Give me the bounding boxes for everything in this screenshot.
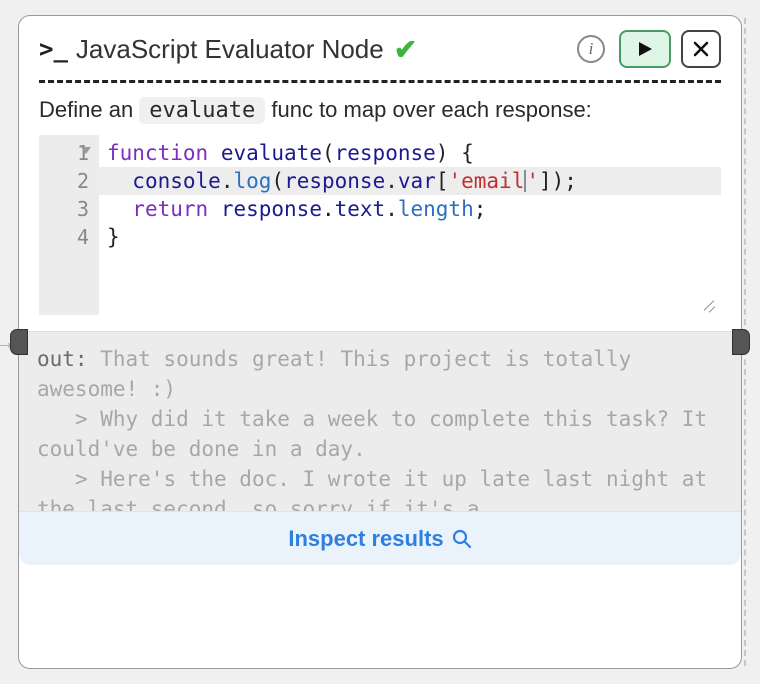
editor-gutter: 1 2 3 4 <box>39 135 99 315</box>
desc-code-pill: evaluate <box>139 97 265 124</box>
code-line: } <box>107 223 713 251</box>
close-icon <box>692 40 710 58</box>
terminal-icon: >_ <box>39 35 68 63</box>
code-editor[interactable]: 1 2 3 4 function evaluate(response) { co… <box>39 135 721 315</box>
magnifier-icon <box>452 529 472 549</box>
run-button[interactable] <box>619 30 671 68</box>
inspect-results-button[interactable]: Inspect results <box>19 511 741 565</box>
code-line: function evaluate(response) { <box>107 139 713 167</box>
code-area[interactable]: function evaluate(response) { console.lo… <box>99 135 721 315</box>
gutter-line: 2 <box>39 167 89 195</box>
node-header: >_ JavaScript Evaluator Node ✔ i <box>39 30 721 80</box>
fold-caret-icon[interactable] <box>81 147 91 154</box>
code-line: return response.text.length; <box>107 195 713 223</box>
node-title: JavaScript Evaluator Node <box>76 34 384 65</box>
inspect-label: Inspect results <box>288 526 443 552</box>
output-port[interactable] <box>732 329 750 355</box>
gutter-line: 1 <box>39 139 89 167</box>
play-icon <box>636 40 654 58</box>
close-button[interactable] <box>681 30 721 68</box>
desc-prefix: Define an <box>39 97 139 122</box>
info-button[interactable]: i <box>577 35 605 63</box>
code-line-active: console.log(response.var['email']); <box>99 167 721 195</box>
header-separator <box>39 80 721 83</box>
evaluator-node: >_ JavaScript Evaluator Node ✔ i Define … <box>18 15 742 669</box>
gutter-line: 3 <box>39 195 89 223</box>
input-port[interactable] <box>10 329 28 355</box>
title-group: >_ JavaScript Evaluator Node ✔ <box>39 33 567 66</box>
check-icon: ✔ <box>394 33 417 66</box>
output-label: out: <box>37 347 88 371</box>
resize-handle[interactable] <box>699 295 715 311</box>
description: Define an evaluate func to map over each… <box>39 97 721 123</box>
output-panel: out: That sounds great! This project is … <box>19 331 741 511</box>
output-body: That sounds great! This project is total… <box>37 347 720 511</box>
gutter-line: 4 <box>39 223 89 251</box>
desc-suffix: func to map over each response: <box>265 97 592 122</box>
